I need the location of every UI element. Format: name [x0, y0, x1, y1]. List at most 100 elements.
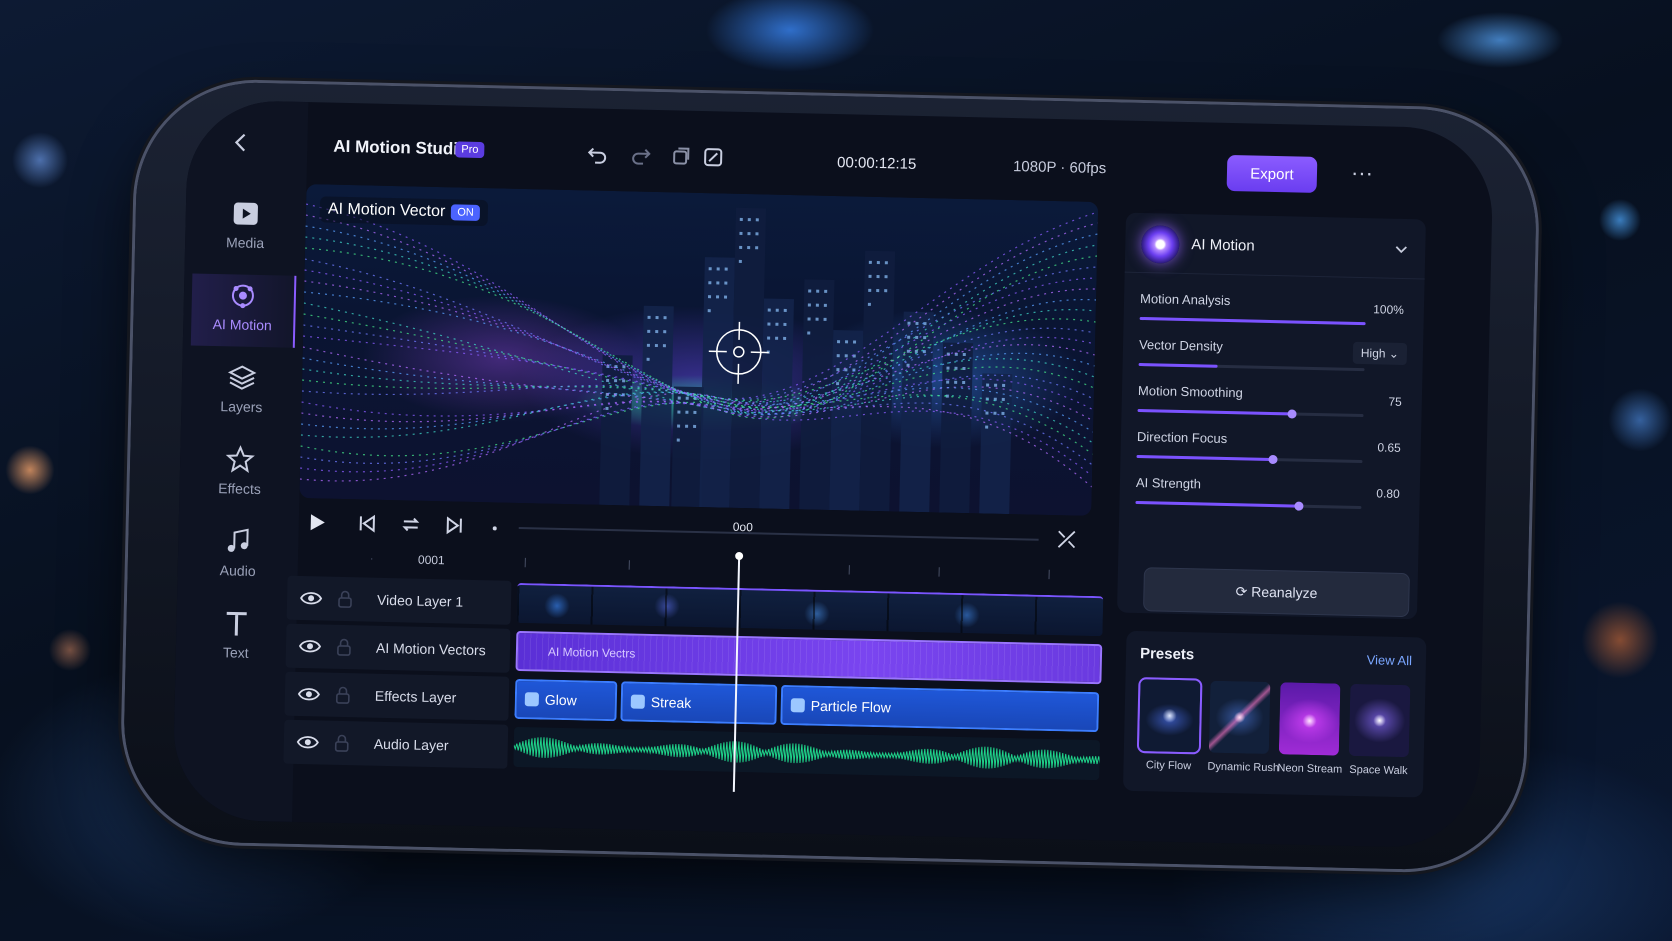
- ai-panel-title: AI Motion: [1191, 236, 1255, 255]
- preset-city-flow[interactable]: City Flow: [1137, 679, 1201, 776]
- effect-clip-streak[interactable]: Streak: [620, 681, 778, 725]
- preset-neon-stream[interactable]: Neon Stream: [1277, 682, 1343, 779]
- play-icon: [233, 202, 258, 225]
- play-button[interactable]: [305, 510, 330, 535]
- track-header: Effects Layer: [284, 671, 510, 721]
- fullscreen-icon[interactable]: [1054, 527, 1079, 552]
- track-header: AI Motion Vectors: [285, 623, 511, 673]
- slider[interactable]: [1138, 362, 1365, 372]
- nav-label: Audio: [219, 562, 256, 579]
- preset-thumbnail: [1278, 682, 1341, 756]
- video-preview[interactable]: AI Motion Vector ON: [299, 184, 1099, 516]
- nav-item-ai-motion[interactable]: AI Motion: [190, 273, 297, 348]
- slider-fill: [1139, 316, 1366, 326]
- export-button[interactable]: Export: [1226, 154, 1318, 193]
- param-label: AI Strength: [1135, 474, 1202, 492]
- loop-icon[interactable]: [399, 512, 424, 537]
- slider-knob[interactable]: [1287, 409, 1297, 419]
- param-label: Direction Focus: [1136, 428, 1228, 447]
- audio-waveform[interactable]: [513, 726, 1101, 781]
- track-name: AI Motion Vectors: [375, 639, 486, 659]
- preset-name: Neon Stream: [1277, 762, 1343, 776]
- vector-density-dropdown[interactable]: High ⌄: [1352, 341, 1408, 366]
- redo-icon[interactable]: [629, 143, 654, 168]
- overlay-label: AI Motion Vector: [327, 200, 446, 221]
- track-name: Effects Layer: [374, 687, 457, 706]
- lock-icon[interactable]: [332, 733, 352, 753]
- preset-thumbnail: [1138, 679, 1201, 753]
- ruler-tick: |: [937, 566, 941, 578]
- preset-space-walk[interactable]: Space Walk: [1347, 683, 1411, 781]
- lock-icon[interactable]: [335, 589, 355, 609]
- slider[interactable]: [1136, 454, 1363, 465]
- streak-icon: [630, 694, 645, 709]
- undo-icon[interactable]: [585, 142, 610, 167]
- timecode: 00:00:12:15: [836, 154, 917, 173]
- clip-label: Streak: [650, 693, 692, 711]
- ruler-current-label: 0001: [417, 552, 445, 568]
- star-icon: [225, 445, 255, 474]
- param-direction-focus: Direction Focus 0.65: [1136, 425, 1407, 475]
- nav-label: Text: [222, 644, 249, 661]
- back-button[interactable]: [227, 128, 256, 157]
- reanalyze-label: Reanalyze: [1251, 583, 1318, 601]
- param-value: 0.65: [1377, 440, 1401, 455]
- eye-icon[interactable]: [296, 730, 321, 755]
- preset-name: City Flow: [1145, 759, 1192, 773]
- skip-forward-icon[interactable]: [443, 513, 468, 538]
- chevron-down-icon[interactable]: [1391, 239, 1411, 259]
- nav-item-media[interactable]: Media: [193, 192, 299, 266]
- nav-item-audio[interactable]: Audio: [185, 519, 291, 593]
- resolution-label[interactable]: 1080P · 60fps: [1013, 158, 1107, 177]
- slider[interactable]: [1137, 408, 1364, 419]
- nav-label: Media: [225, 234, 265, 252]
- scrub-bar[interactable]: [518, 526, 1039, 541]
- nav-item-layers[interactable]: Layers: [189, 355, 295, 429]
- crop-icon[interactable]: [701, 145, 726, 170]
- effect-clip-glow[interactable]: Glow: [514, 678, 618, 722]
- lock-icon[interactable]: [333, 685, 353, 705]
- ai-orb-icon: [1140, 225, 1180, 264]
- effect-clip-particle-flow[interactable]: Particle Flow: [780, 684, 1100, 733]
- ruler-tick: |: [1047, 568, 1051, 581]
- preset-dynamic-rush[interactable]: Dynamic Rush: [1207, 680, 1280, 778]
- view-all-link[interactable]: View All: [1367, 652, 1413, 668]
- ai-panel-header[interactable]: AI Motion: [1124, 212, 1426, 280]
- effects-lane: Glow Streak Particle Flow: [514, 678, 1101, 733]
- timeline: · 0001 | | | | | | Video Layer 1: [283, 542, 1108, 801]
- clip-label: AI Motion Vectrs: [547, 644, 636, 661]
- slider[interactable]: [1139, 316, 1366, 326]
- track-header: Audio Layer: [283, 719, 509, 769]
- lock-icon[interactable]: [334, 637, 354, 657]
- preset-name: Dynamic Rush: [1207, 760, 1280, 775]
- presets-panel: Presets View All City Flow Dynamic Rush …: [1122, 630, 1427, 798]
- ruler-tick: ·: [369, 553, 374, 565]
- layers-icon: [227, 365, 257, 390]
- marker-icon[interactable]: [483, 514, 508, 539]
- nav-item-text[interactable]: Text: [183, 601, 289, 675]
- motion-vector-overlay: AI Motion Vector ON: [319, 196, 489, 227]
- ruler-tick: |: [627, 559, 631, 571]
- more-options-button[interactable]: ···: [1347, 160, 1378, 191]
- motion-vectors-clip[interactable]: AI Motion Vectrs: [515, 630, 1103, 685]
- nav-item-effects[interactable]: Effects: [187, 437, 293, 511]
- dropdown-value: High: [1360, 346, 1386, 361]
- music-note-icon: [227, 528, 249, 552]
- track-name: Audio Layer: [373, 735, 449, 754]
- video-clip-strip[interactable]: [516, 582, 1104, 637]
- copy-icon[interactable]: [669, 144, 694, 169]
- param-value: 0.80: [1376, 486, 1400, 501]
- slider-knob[interactable]: [1294, 501, 1304, 511]
- skip-back-icon[interactable]: [355, 511, 380, 536]
- reanalyze-button[interactable]: ⟳ Reanalyze: [1143, 567, 1410, 618]
- slider-knob[interactable]: [1267, 454, 1278, 465]
- phone-frame: Media AI Motion Layers Effects Audio Tex: [121, 80, 1539, 872]
- eye-icon[interactable]: [298, 634, 323, 659]
- nav-label: Layers: [220, 398, 263, 416]
- on-badge[interactable]: ON: [451, 204, 480, 221]
- eye-icon[interactable]: [297, 682, 322, 707]
- slider[interactable]: [1135, 500, 1362, 511]
- param-label: Vector Density: [1138, 336, 1224, 354]
- app-screen: Media AI Motion Layers Effects Audio Tex: [172, 99, 1495, 849]
- eye-icon[interactable]: [299, 586, 324, 611]
